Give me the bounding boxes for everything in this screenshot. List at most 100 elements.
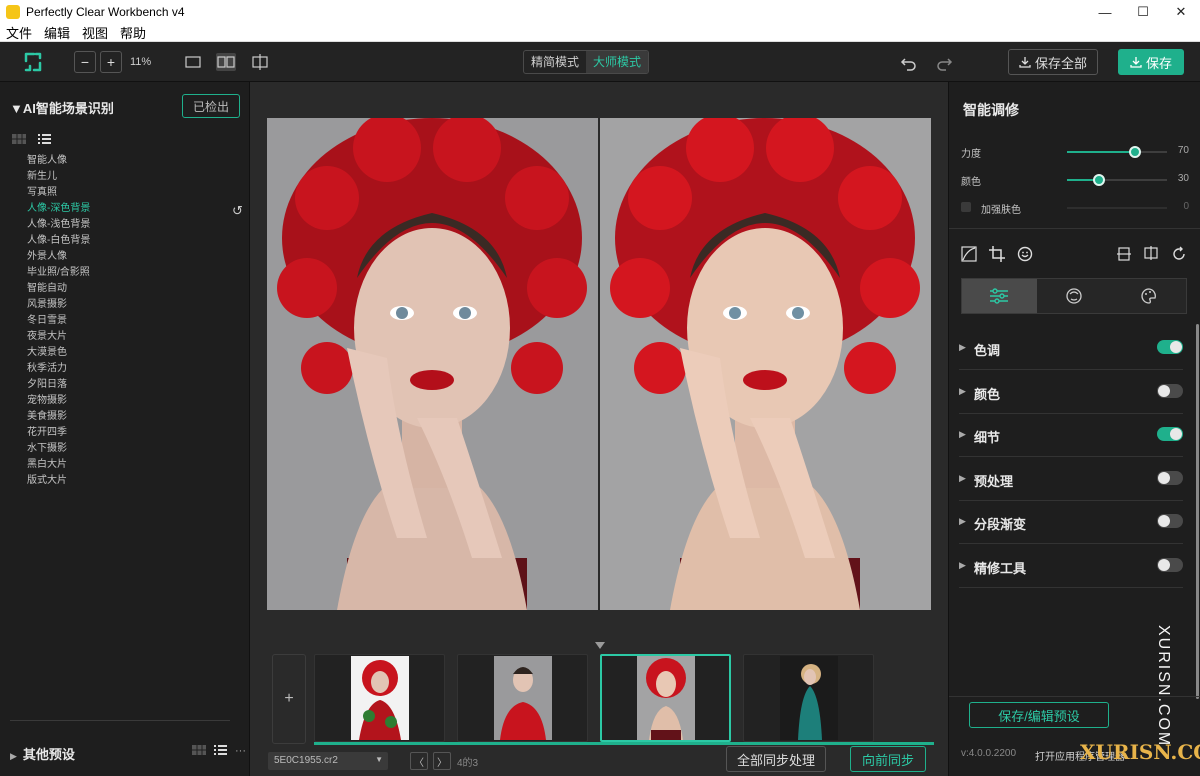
app-icon: [6, 5, 20, 19]
scene-item[interactable]: 冬日雪景: [27, 313, 90, 329]
section-name: 预处理: [974, 473, 1014, 489]
flip-vertical-icon[interactable]: [1117, 246, 1131, 262]
section-toggle[interactable]: [1157, 557, 1183, 572]
menu-view[interactable]: 视图: [76, 23, 114, 42]
detected-button[interactable]: 已检出: [182, 94, 240, 118]
scene-item[interactable]: 宠物摄影: [27, 393, 90, 409]
scene-section-header[interactable]: ▼AI智能场景识别: [10, 98, 114, 117]
section-name: 色调: [974, 343, 1001, 358]
slider-label: 力度: [961, 149, 981, 160]
grid-view-icon[interactable]: [12, 134, 26, 144]
reset-icon[interactable]: ↺: [232, 203, 243, 219]
crop-icon[interactable]: [989, 246, 1005, 262]
scene-item[interactable]: 版式大片: [27, 473, 90, 489]
menu-edit[interactable]: 编辑: [38, 23, 76, 42]
scene-item[interactable]: 写真照: [27, 185, 90, 201]
scene-item[interactable]: 秋季活力: [27, 361, 90, 377]
flip-horizontal-icon[interactable]: [1143, 246, 1159, 260]
section-toggle[interactable]: [1157, 514, 1183, 528]
redo-icon[interactable]: [935, 54, 953, 72]
more-icon[interactable]: ···: [235, 745, 246, 757]
scene-list: 智能人像 新生儿 写真照 人像-深色背景 人像-浅色背景 人像-白色背景 外景人像 毕业照/合…: [27, 153, 90, 489]
skin-slider[interactable]: [1067, 207, 1167, 209]
list-view-icon[interactable]: [214, 745, 227, 755]
scene-item[interactable]: 智能自动: [27, 281, 90, 297]
adjust-section-row[interactable]: ▶ 预处理: [959, 457, 1183, 501]
scene-item[interactable]: 新生儿: [27, 169, 90, 185]
scene-item[interactable]: 花开四季: [27, 425, 90, 441]
section-toggle[interactable]: [1157, 383, 1183, 398]
section-toggle[interactable]: [1157, 427, 1183, 441]
scene-item[interactable]: 人像-白色背景: [27, 233, 90, 249]
divider: [949, 228, 1200, 229]
adjust-section-row[interactable]: ▶ 颜色: [959, 370, 1183, 414]
color-slider[interactable]: [1067, 174, 1167, 186]
menu-help[interactable]: 帮助: [114, 23, 152, 42]
scrollbar[interactable]: [1196, 324, 1199, 699]
split-view-button[interactable]: [216, 53, 236, 71]
watermark-vertical: XURISN.COM: [1155, 625, 1172, 748]
add-image-button[interactable]: +: [272, 654, 306, 744]
face-icon[interactable]: [1017, 246, 1033, 262]
save-button[interactable]: 保存: [1118, 49, 1184, 75]
minimize-button[interactable]: —: [1086, 0, 1124, 24]
thumbnail-3-selected[interactable]: [600, 654, 731, 742]
tab-face[interactable]: [1037, 279, 1112, 313]
scene-item[interactable]: 夕阳日落: [27, 377, 90, 393]
tab-palette[interactable]: [1111, 279, 1186, 313]
strength-slider[interactable]: [1067, 146, 1167, 158]
scene-item[interactable]: 外景人像: [27, 249, 90, 265]
thumbnail-image: [636, 656, 695, 740]
thumbnail-1[interactable]: [314, 654, 445, 742]
sync-all-button[interactable]: 全部同步处理: [726, 746, 826, 772]
next-button[interactable]: 〉: [433, 752, 451, 770]
mode-simple-tab[interactable]: 精简模式: [524, 51, 586, 73]
thumbnail-2[interactable]: [457, 654, 588, 742]
expand-triangle-icon: ▶: [959, 516, 966, 526]
single-view-button[interactable]: [183, 53, 203, 71]
sync-forward-button[interactable]: 向前同步: [850, 746, 926, 772]
section-name: 精修工具: [974, 560, 1027, 576]
slider-knob[interactable]: [1129, 146, 1141, 158]
curves-icon[interactable]: [961, 246, 977, 262]
thumbnail-4[interactable]: [743, 654, 874, 742]
scene-item[interactable]: 人像-深色背景: [27, 201, 90, 217]
enhance-skin-checkbox[interactable]: [961, 202, 971, 212]
scene-item[interactable]: 毕业照/合影照: [27, 265, 90, 281]
grid-view-icon[interactable]: [192, 745, 206, 755]
section-toggle[interactable]: [1157, 470, 1183, 485]
close-button[interactable]: ✕: [1162, 0, 1200, 24]
file-select[interactable]: 5E0C1955.cr2 ▼: [268, 752, 388, 770]
zoom-in-button[interactable]: +: [100, 51, 122, 73]
save-edit-preset-button[interactable]: 保存/编辑预设: [969, 702, 1109, 728]
scene-item[interactable]: 智能人像: [27, 153, 90, 169]
scene-item[interactable]: 夜景大片: [27, 329, 90, 345]
mode-master-tab[interactable]: 大师模式: [586, 51, 649, 73]
adjust-section-row[interactable]: ▶ 分段渐变: [959, 500, 1183, 544]
portrait-after-image: [600, 118, 931, 610]
maximize-button[interactable]: ☐: [1124, 0, 1162, 24]
other-presets-header[interactable]: ▶ 其他预设: [10, 744, 75, 763]
adjust-section-row[interactable]: ▶ 精修工具: [959, 544, 1183, 588]
slider-value: 70: [1177, 145, 1189, 156]
scene-item[interactable]: 水下摄影: [27, 441, 90, 457]
adjust-section-row[interactable]: ▶ 细节: [959, 413, 1183, 457]
adjust-section-row[interactable]: ▶ 色调: [959, 326, 1183, 370]
scene-item[interactable]: 大漠景色: [27, 345, 90, 361]
list-view-icon[interactable]: [38, 134, 51, 144]
scene-item[interactable]: 黑白大片: [27, 457, 90, 473]
section-toggle[interactable]: [1157, 340, 1183, 354]
slider-knob[interactable]: [1093, 174, 1105, 186]
rotate-icon[interactable]: [1171, 246, 1187, 262]
previous-button[interactable]: 〈: [410, 752, 428, 770]
scene-item[interactable]: 美食摄影: [27, 409, 90, 425]
scene-item[interactable]: 风景摄影: [27, 297, 90, 313]
thumbnail-image: [350, 656, 409, 740]
tab-sliders[interactable]: [962, 279, 1037, 313]
scene-item[interactable]: 人像-浅色背景: [27, 217, 90, 233]
menu-file[interactable]: 文件: [0, 23, 38, 42]
save-all-button[interactable]: 保存全部: [1008, 49, 1098, 75]
zoom-out-button[interactable]: −: [74, 51, 96, 73]
compare-view-button[interactable]: [250, 53, 270, 71]
undo-icon[interactable]: [900, 54, 918, 72]
